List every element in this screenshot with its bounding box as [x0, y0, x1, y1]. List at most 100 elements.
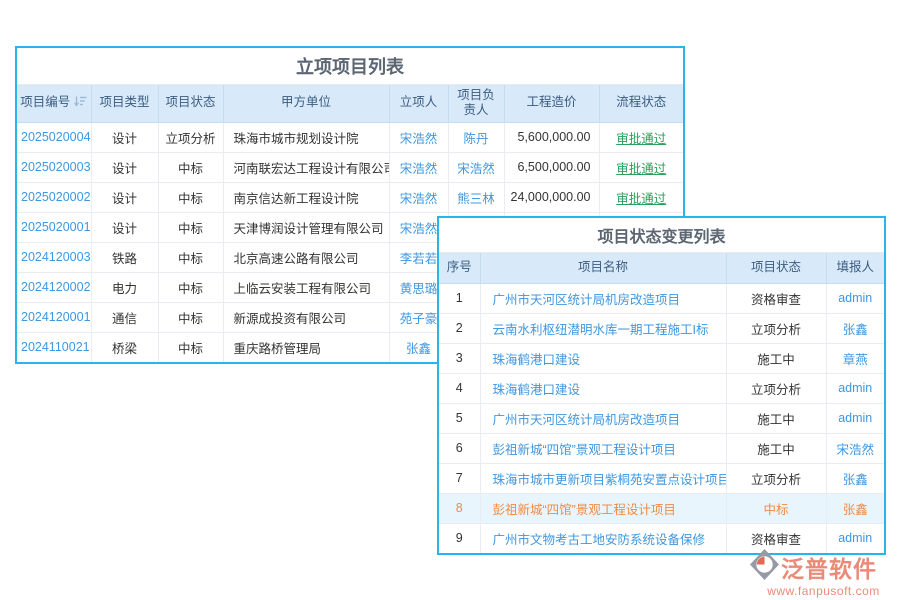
initiation-header-row: 项目编号 项目类型 项目状态 甲方单位 立项人 项目负责人 工程造价 流程状态 [17, 85, 683, 122]
seq-no-cell: 1 [439, 283, 480, 313]
project-name-link[interactable]: 珠海市城市更新项目紫桐苑安置点设计项目 [480, 463, 726, 493]
client-unit-cell: 天津博润设计管理有限公司 [223, 212, 389, 242]
reporter-link[interactable]: 宋浩然 [826, 433, 884, 463]
project-type-cell: 设计 [91, 182, 158, 212]
seq-no-cell: 4 [439, 373, 480, 403]
col-header-project-name: 项目名称 [480, 253, 726, 283]
project-code-link[interactable]: 2025020004 [17, 122, 91, 152]
table-row: 2025020004 设计 立项分析 珠海市城市规划设计院 宋浩然 陈丹 5,6… [17, 122, 683, 152]
col-header-project-status: 项目状态 [158, 85, 223, 122]
seq-no-cell: 5 [439, 403, 480, 433]
page: 立项项目列表 项目编号 项目类型 项目状态 甲方单位 立项人 项目负责人 工程造… [0, 0, 900, 600]
project-status-cell: 中标 [158, 182, 223, 212]
reporter-link[interactable]: 章燕 [826, 343, 884, 373]
project-code-link[interactable]: 2025020002 [17, 182, 91, 212]
project-cost-cell: 6,500,000.00 [504, 152, 599, 182]
project-status-cell: 立项分析 [726, 463, 826, 493]
col-header-project-cost: 工程造价 [504, 85, 599, 122]
table-row: 6 彭祖新城“四馆”景观工程设计项目 施工中 宋浩然 [439, 433, 884, 463]
project-code-link[interactable]: 2024110021 [17, 332, 91, 362]
initiator-link[interactable]: 宋浩然 [389, 152, 448, 182]
col-header-reporter: 填报人 [826, 253, 884, 283]
client-unit-cell: 新源成投资有限公司 [223, 302, 389, 332]
col-header-project-code-label: 项目编号 [20, 95, 70, 109]
project-type-cell: 通信 [91, 302, 158, 332]
fanpu-logo-icon [750, 549, 779, 585]
project-code-link[interactable]: 2024120001 [17, 302, 91, 332]
project-name-link[interactable]: 广州市文物考古工地安防系统设备保修 [480, 523, 726, 553]
flow-status-link[interactable]: 审批通过 [599, 152, 683, 182]
project-code-link[interactable]: 2024120003 [17, 242, 91, 272]
project-status-cell: 中标 [158, 272, 223, 302]
project-status-cell: 施工中 [726, 433, 826, 463]
project-status-cell: 中标 [726, 493, 826, 523]
initiator-link[interactable]: 宋浩然 [389, 122, 448, 152]
project-type-cell: 电力 [91, 272, 158, 302]
project-status-cell: 施工中 [726, 403, 826, 433]
col-header-seq-no: 序号 [439, 253, 480, 283]
project-status-cell: 中标 [158, 302, 223, 332]
table-row: 2 云南水利枢纽潜明水库一期工程施工I标 立项分析 张鑫 [439, 313, 884, 343]
project-name-link[interactable]: 广州市天河区统计局机房改造项目 [480, 403, 726, 433]
project-manager-link[interactable]: 熊三林 [448, 182, 504, 212]
initiator-link[interactable]: 宋浩然 [389, 182, 448, 212]
project-type-cell: 桥梁 [91, 332, 158, 362]
client-unit-cell: 上临云安装工程有限公司 [223, 272, 389, 302]
reporter-link[interactable]: 张鑫 [826, 313, 884, 343]
project-status-cell: 立项分析 [726, 313, 826, 343]
reporter-link[interactable]: 张鑫 [826, 493, 884, 523]
sort-descending-icon[interactable] [74, 96, 87, 112]
reporter-link[interactable]: admin [826, 373, 884, 403]
project-status-cell: 施工中 [726, 343, 826, 373]
table-row: 2025020003 设计 中标 河南联宏达工程设计有限公司 宋浩然 宋浩然 6… [17, 152, 683, 182]
status-change-table: 项目状态变更列表 序号 项目名称 项目状态 填报人 1 广州市天河区统计局机房改… [437, 216, 886, 555]
flow-status-link[interactable]: 审批通过 [599, 182, 683, 212]
project-status-cell: 资格审查 [726, 283, 826, 313]
col-header-initiator: 立项人 [389, 85, 448, 122]
project-name-link[interactable]: 广州市天河区统计局机房改造项目 [480, 283, 726, 313]
project-status-cell: 立项分析 [726, 373, 826, 403]
seq-no-cell: 7 [439, 463, 480, 493]
fanpu-logo-text: 泛普软件 [781, 550, 877, 584]
project-code-link[interactable]: 2025020001 [17, 212, 91, 242]
status-change-table-title: 项目状态变更列表 [439, 218, 884, 253]
project-type-cell: 设计 [91, 122, 158, 152]
project-name-link[interactable]: 珠海鹤港口建设 [480, 343, 726, 373]
table-row: 5 广州市天河区统计局机房改造项目 施工中 admin [439, 403, 884, 433]
col-header-project-status: 项目状态 [726, 253, 826, 283]
table-row: 4 珠海鹤港口建设 立项分析 admin [439, 373, 884, 403]
table-row: 2025020002 设计 中标 南京信达新工程设计院 宋浩然 熊三林 24,0… [17, 182, 683, 212]
project-name-link[interactable]: 彭祖新城“四馆”景观工程设计项目 [480, 433, 726, 463]
reporter-link[interactable]: admin [826, 283, 884, 313]
status-change-header-row: 序号 项目名称 项目状态 填报人 [439, 253, 884, 283]
reporter-link[interactable]: 张鑫 [826, 463, 884, 493]
table-row: 8 彭祖新城“四馆”景观工程设计项目 中标 张鑫 [439, 493, 884, 523]
project-status-cell: 中标 [158, 212, 223, 242]
reporter-link[interactable]: admin [826, 403, 884, 433]
flow-status-link[interactable]: 审批通过 [599, 122, 683, 152]
fanpu-logo-url: www.fanpusoft.com [750, 584, 897, 598]
status-change-table-grid: 序号 项目名称 项目状态 填报人 1 广州市天河区统计局机房改造项目 资格审查 … [439, 253, 884, 553]
project-manager-link[interactable]: 陈丹 [448, 122, 504, 152]
client-unit-cell: 南京信达新工程设计院 [223, 182, 389, 212]
seq-no-cell: 6 [439, 433, 480, 463]
col-header-project-code[interactable]: 项目编号 [17, 85, 91, 122]
initiation-table-title: 立项项目列表 [17, 48, 683, 85]
seq-no-cell: 9 [439, 523, 480, 553]
col-header-project-manager: 项目负责人 [448, 85, 504, 122]
seq-no-cell: 3 [439, 343, 480, 373]
project-code-link[interactable]: 2024120002 [17, 272, 91, 302]
project-name-link[interactable]: 珠海鹤港口建设 [480, 373, 726, 403]
project-type-cell: 设计 [91, 152, 158, 182]
project-cost-cell: 24,000,000.00 [504, 182, 599, 212]
col-header-client-unit: 甲方单位 [223, 85, 389, 122]
project-type-cell: 铁路 [91, 242, 158, 272]
project-code-link[interactable]: 2025020003 [17, 152, 91, 182]
table-row: 1 广州市天河区统计局机房改造项目 资格审查 admin [439, 283, 884, 313]
client-unit-cell: 河南联宏达工程设计有限公司 [223, 152, 389, 182]
project-manager-link[interactable]: 宋浩然 [448, 152, 504, 182]
project-name-link[interactable]: 彭祖新城“四馆”景观工程设计项目 [480, 493, 726, 523]
seq-no-cell: 2 [439, 313, 480, 343]
project-name-link[interactable]: 云南水利枢纽潜明水库一期工程施工I标 [480, 313, 726, 343]
project-status-cell: 中标 [158, 152, 223, 182]
